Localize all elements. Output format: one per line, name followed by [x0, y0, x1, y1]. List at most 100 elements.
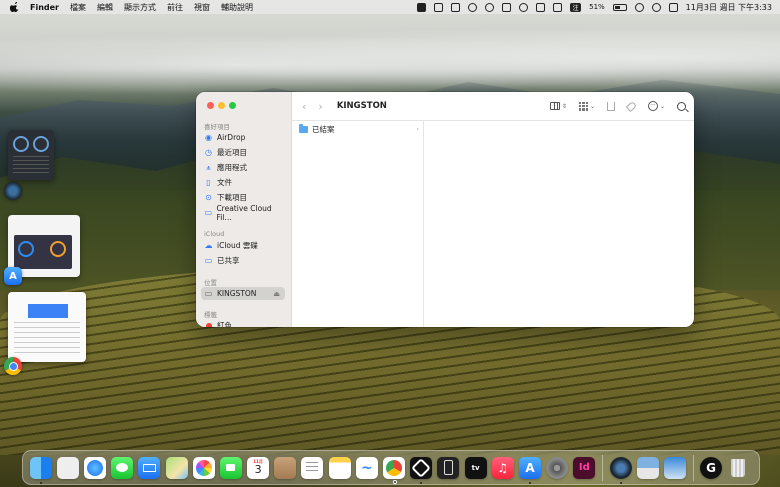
sidebar-item-icloud-drive[interactable]: ☁ iCloud 雲碟 [201, 239, 285, 252]
dock-capcut-icon[interactable] [410, 456, 433, 484]
menu-clock[interactable]: 11月3日 週日 下午3:33 [686, 2, 772, 13]
sidebar-item-label: Creative Cloud Fil… [216, 203, 272, 222]
sidebar-item-label: 文件 [217, 178, 232, 187]
menu-edit[interactable]: 編輯 [97, 2, 113, 13]
stage-app-store-icon[interactable]: A [4, 267, 22, 285]
window-controls [207, 102, 236, 109]
close-button[interactable] [207, 102, 214, 109]
dock-maps-icon[interactable] [165, 456, 188, 479]
dock-chrome-icon[interactable] [383, 456, 406, 484]
sidebar-item-kingston[interactable]: ▭ KINGSTON ⏏ [201, 287, 285, 300]
list-item[interactable]: 已結案 › [295, 123, 419, 135]
dock: 11月 3 tv ♫ A Id G [22, 450, 760, 485]
back-button[interactable]: ‹ [302, 100, 306, 113]
dock-reminders-icon[interactable] [301, 456, 324, 479]
dock-launchpad-icon[interactable] [56, 456, 79, 479]
dock-apple-tv-icon[interactable]: tv [464, 456, 487, 479]
forward-button[interactable]: › [318, 100, 322, 113]
menu-view[interactable]: 顯示方式 [124, 2, 156, 13]
tag-icon[interactable] [625, 100, 638, 112]
action-menu-button[interactable]: ··· ⌄ [647, 101, 665, 111]
sidebar-item-applications[interactable]: ⩚ 應用程式 [201, 161, 285, 174]
sidebar-item-documents[interactable]: ▯ 文件 [201, 176, 285, 189]
creative-cloud-status-icon[interactable] [434, 2, 444, 12]
finder-window[interactable]: 喜好項目 ◉ AirDrop ◷ 最近項目 ⩚ 應用程式 ▯ 文件 ⊙ 下載項目… [196, 92, 694, 327]
sidebar-item-airdrop[interactable]: ◉ AirDrop [201, 131, 285, 144]
sidebar-item-label: 最近項目 [217, 148, 247, 157]
dock-system-settings-icon[interactable] [546, 456, 569, 479]
battery-icon[interactable] [612, 3, 627, 11]
display-icon[interactable] [536, 2, 546, 12]
finder-sidebar: 喜好項目 ◉ AirDrop ◷ 最近項目 ⩚ 應用程式 ▯ 文件 ⊙ 下載項目… [196, 92, 292, 327]
dock-music-icon[interactable]: ♫ [491, 456, 514, 479]
apple-icon[interactable] [10, 2, 20, 12]
apps-icon: ⩚ [206, 162, 211, 172]
finder-toolbar: ‹ › KINGSTON ⇕ ⌄ ··· ⌄ [292, 92, 694, 121]
stage-app-gauge-icon[interactable] [4, 182, 22, 200]
time-machine-icon[interactable] [485, 2, 495, 12]
menu-app-finder[interactable]: Finder [30, 3, 59, 12]
dock-preview-window-icon[interactable] [636, 456, 659, 479]
sync-status-icon[interactable] [468, 2, 478, 12]
wifi-icon[interactable] [634, 2, 644, 12]
dock-logitech-icon[interactable]: G [700, 456, 723, 479]
dock-separator [601, 454, 603, 481]
keyboard-icon[interactable] [553, 2, 563, 12]
sidebar-item-label: iCloud 雲碟 [217, 241, 258, 250]
menu-help[interactable]: 輔助說明 [221, 2, 253, 13]
group-button[interactable]: ⌄ [578, 101, 595, 111]
night-mode-icon[interactable] [519, 2, 529, 12]
bluetooth-icon[interactable] [502, 2, 512, 12]
sidebar-item-creative-cloud[interactable]: ▭ Creative Cloud Fil… [201, 203, 285, 222]
sidebar-item-recents[interactable]: ◷ 最近項目 [201, 146, 285, 159]
chevron-down-icon: ⌄ [659, 102, 665, 110]
menu-bar: Finder 檔案 編輯 顯示方式 前往 視窗 輔助說明 注 51% 11月3日… [0, 0, 780, 14]
gauge-icon [13, 136, 29, 152]
dock-freeform-icon[interactable] [355, 456, 378, 479]
view-mode-button[interactable]: ⇕ [549, 102, 567, 110]
minimize-button[interactable] [218, 102, 225, 109]
sidebar-item-label: 紅色 [217, 321, 232, 327]
search-icon[interactable] [677, 101, 686, 111]
dock-indesign-icon[interactable]: Id [573, 456, 596, 479]
eject-icon[interactable]: ⏏ [273, 290, 280, 298]
dock-calendar-icon[interactable]: 11月 3 [247, 456, 270, 479]
pdf-status-icon[interactable] [451, 2, 461, 12]
sidebar-section-locations: 位置 [204, 279, 217, 287]
spotlight-icon[interactable] [651, 2, 661, 12]
stage-manager-window-3[interactable] [8, 292, 86, 362]
dock-gauge-app-icon[interactable] [609, 456, 632, 484]
dock-photos-icon[interactable] [192, 456, 215, 479]
capcut-status-icon[interactable] [417, 2, 427, 12]
dock-facetime-icon[interactable] [219, 456, 242, 479]
dock-iphone-mirroring-icon[interactable] [437, 456, 460, 479]
stage-manager-window-1[interactable] [8, 130, 54, 180]
sidebar-item-tag-red[interactable]: 紅色 [201, 319, 285, 327]
battery-percent: 51% [589, 3, 605, 11]
shared-folder-icon: ▭ [204, 256, 213, 265]
zoom-button[interactable] [229, 102, 236, 109]
chevron-updown-icon: ⇕ [561, 102, 567, 110]
control-center-icon[interactable] [668, 2, 678, 12]
sidebar-item-label: 應用程式 [217, 163, 247, 172]
dock-contacts-icon[interactable] [274, 456, 297, 479]
menu-window[interactable]: 視窗 [194, 2, 210, 13]
more-icon: ··· [647, 101, 658, 111]
dock-messages-icon[interactable] [111, 456, 134, 479]
dock-app-store-icon[interactable]: A [518, 456, 541, 484]
dock-mail-icon[interactable] [138, 456, 161, 479]
dock-weather-window-icon[interactable] [663, 456, 686, 479]
stage-app-chrome-icon[interactable] [4, 357, 22, 375]
document-icon: ▯ [206, 178, 211, 187]
dock-trash-icon[interactable] [727, 457, 749, 479]
sidebar-item-downloads[interactable]: ⊙ 下載項目 [201, 191, 285, 204]
dock-notes-icon[interactable] [328, 456, 351, 479]
menu-file[interactable]: 檔案 [70, 2, 86, 13]
dock-safari-icon[interactable] [83, 456, 106, 479]
dock-finder-icon[interactable] [29, 456, 52, 484]
input-method-badge[interactable]: 注 [570, 2, 582, 12]
folder-icon: ▭ [204, 208, 212, 217]
menu-go[interactable]: 前往 [167, 2, 183, 13]
sidebar-item-shared[interactable]: ▭ 已共享 [201, 254, 285, 267]
share-icon[interactable] [606, 101, 615, 111]
